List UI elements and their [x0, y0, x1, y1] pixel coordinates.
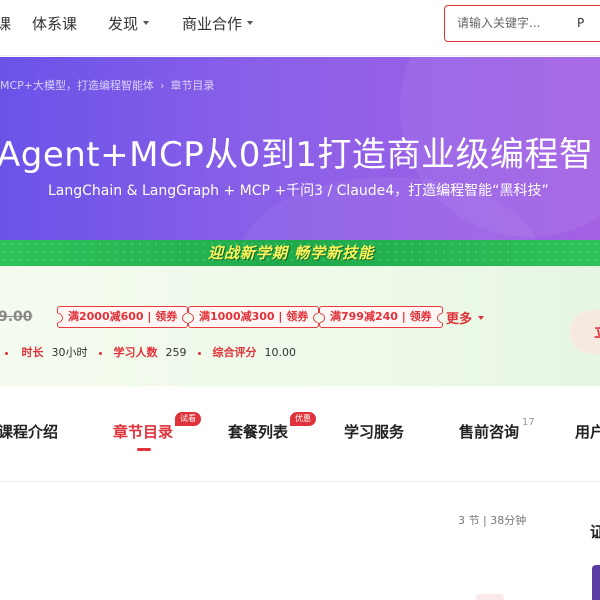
- chevron-down-icon: [143, 20, 150, 25]
- nav-item-label: 发现: [108, 15, 139, 33]
- chevron-down-icon: [247, 20, 254, 25]
- course-title: Agent+MCP从0到1打造商业级编程智: [0, 135, 594, 175]
- breadcrumb-separator: ›: [160, 79, 165, 92]
- tab-packages[interactable]: 套餐列表: [228, 421, 288, 442]
- tab-label: 套餐列表: [228, 423, 289, 441]
- tab-course-intro[interactable]: 课程介绍: [0, 421, 58, 442]
- coupon-2000-600[interactable]: 满2000减600 | 领券: [57, 306, 189, 328]
- dot-icon: [198, 351, 201, 355]
- dot-icon: [5, 351, 8, 355]
- promo-strip[interactable]: 迎战新学期 畅学新技能: [0, 240, 600, 266]
- duration-label: 时长: [21, 346, 44, 359]
- nav-item-label: 课: [0, 15, 12, 33]
- search-input[interactable]: [457, 16, 567, 30]
- nav-item-label: 商业合作: [182, 15, 243, 33]
- chapter-meta: 3 节 | 38分钟: [458, 514, 527, 527]
- consult-count: 17: [522, 417, 535, 428]
- more-coupons-label: 更多: [446, 312, 473, 327]
- promo-text: 迎战新学期 畅学新技能: [208, 244, 375, 262]
- nav-item-label: 体系课: [32, 15, 78, 33]
- tab-label: 用户: [575, 423, 600, 441]
- breadcrumb: MCP+大模型，打造编程智能体 › 章节目录: [0, 77, 214, 93]
- more-coupons-link[interactable]: 更多: [446, 308, 485, 327]
- dot-icon: [99, 351, 102, 355]
- learners-value: 259: [165, 346, 187, 359]
- top-navbar: 课 体系课 发现 商业合作 P: [0, 0, 600, 56]
- discount-badge: 优惠: [290, 412, 316, 426]
- breadcrumb-item-current: 章节目录: [170, 79, 215, 92]
- side-panel-title: 证: [590, 523, 600, 541]
- side-panel-card[interactable]: [592, 565, 600, 600]
- search-box: P: [444, 5, 600, 42]
- tab-label: 课程介绍: [0, 423, 59, 441]
- tab-user-reviews[interactable]: 用户: [575, 421, 600, 442]
- rating-label: 综合评分: [212, 346, 257, 359]
- nav-item-business[interactable]: 商业合作: [182, 13, 254, 34]
- course-meta-row: 时长 30小时 学习人数 259 综合评分 10.00: [0, 344, 296, 360]
- breadcrumb-item-course[interactable]: MCP+大模型，打造编程智能体: [0, 79, 154, 92]
- tab-chapters[interactable]: 章节目录: [113, 421, 173, 442]
- nav-item-course[interactable]: 课: [0, 13, 11, 34]
- chapter-tag: [476, 594, 504, 600]
- buy-button[interactable]: 立: [570, 310, 600, 354]
- tab-label: 学习服务: [344, 423, 405, 441]
- nav-item-discover[interactable]: 发现: [108, 13, 150, 34]
- original-price: 9.00: [0, 309, 33, 325]
- tab-label: 售前咨询: [459, 423, 520, 441]
- tab-learning-services[interactable]: 学习服务: [344, 421, 404, 442]
- course-banner: MCP+大模型，打造编程智能体 › 章节目录 Agent+MCP从0到1打造商业级编…: [0, 57, 600, 240]
- rating-value: 10.00: [264, 346, 297, 359]
- trial-badge: 试看: [175, 412, 201, 426]
- course-tabs: 课程介绍 章节目录 试看 套餐列表 优惠 学习服务 售前咨询 17 用户: [0, 386, 600, 482]
- search-suffix-text: P: [577, 16, 585, 30]
- duration-value: 30小时: [51, 346, 88, 359]
- learners-label: 学习人数: [113, 346, 158, 359]
- buy-button-label: 立: [594, 322, 600, 342]
- tab-label: 章节目录: [113, 423, 174, 441]
- coupon-799-240[interactable]: 满799减240 | 领券: [319, 306, 443, 328]
- price-panel: 9.00 满2000减600 | 领券 满1000减300 | 领券 满799减…: [0, 266, 600, 386]
- coupon-1000-300[interactable]: 满1000减300 | 领券: [188, 306, 320, 328]
- active-tab-indicator: [137, 448, 151, 451]
- tab-presales-consult[interactable]: 售前咨询: [459, 421, 519, 442]
- course-subtitle: LangChain & LangGraph + MCP +千问3 / Claud…: [48, 183, 549, 199]
- chevron-down-icon: [478, 315, 485, 320]
- nav-item-system-course[interactable]: 体系课: [32, 13, 77, 34]
